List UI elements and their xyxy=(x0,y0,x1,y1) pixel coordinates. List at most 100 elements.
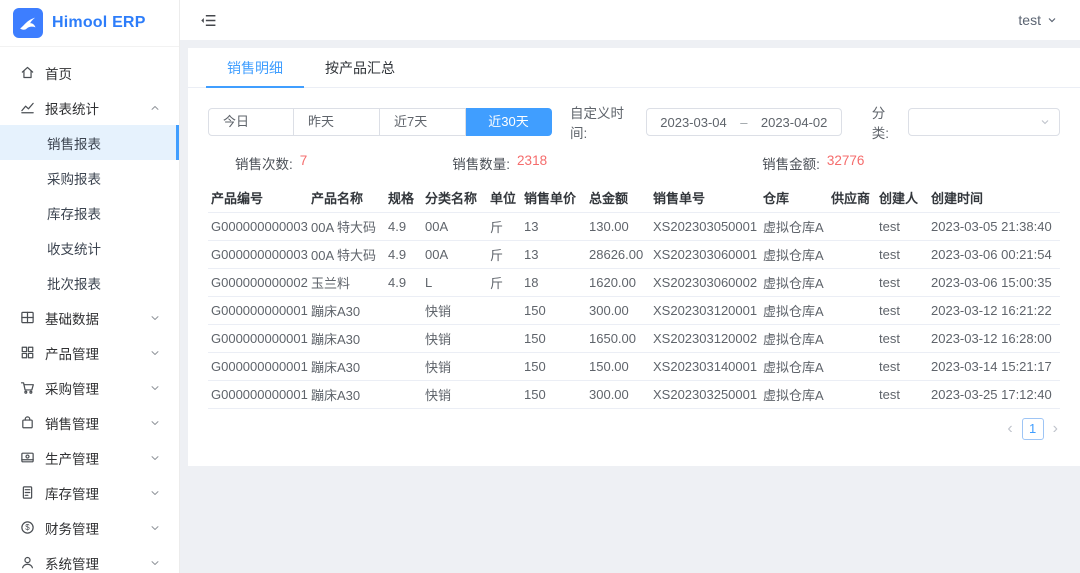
pagination-next-button[interactable]: › xyxy=(1053,421,1058,437)
document-icon xyxy=(20,485,35,500)
sidebar-subitem-1-1[interactable]: 采购报表 xyxy=(0,160,179,195)
table-cell: 2023-03-25 17:12:40 xyxy=(928,380,1060,408)
cart-icon xyxy=(20,380,35,395)
table-cell: 虚拟仓库A xyxy=(760,240,828,268)
table-cell xyxy=(385,296,422,324)
table-cell: G000000000001 xyxy=(208,380,308,408)
sidebar-item-0[interactable]: 首页 xyxy=(0,55,179,90)
stat-2: 销售金额:32776 xyxy=(762,153,864,173)
table-cell xyxy=(487,296,521,324)
sidebar-item-label: 首页 xyxy=(45,63,72,83)
chevron-down-icon xyxy=(149,347,161,359)
quick-range-button-0[interactable]: 今日 xyxy=(208,108,294,136)
sales-table-wrap: 产品编号产品名称规格分类名称单位销售单价总金额销售单号仓库供应商创建人创建时间 … xyxy=(208,183,1060,409)
stat-0: 销售次数:7 xyxy=(235,153,307,173)
user-menu-label: test xyxy=(1018,12,1041,28)
table-cell: XS202303120002 xyxy=(650,324,760,352)
table-cell: 虚拟仓库A xyxy=(760,268,828,296)
main-column: test 销售明细按产品汇总 今日昨天近7天近30天 自定义时间: 2023-0… xyxy=(180,0,1080,573)
table-cell xyxy=(828,324,876,352)
table-row[interactable]: G00000000000300A 特大码4.900A斤1328626.00XS2… xyxy=(208,240,1060,268)
sidebar-collapse-icon[interactable] xyxy=(200,12,217,29)
table-row[interactable]: G000000000001蹦床A30快销150300.00XS202303120… xyxy=(208,296,1060,324)
table-cell: 斤 xyxy=(487,240,521,268)
table-row[interactable]: G000000000001蹦床A30快销1501650.00XS20230312… xyxy=(208,324,1060,352)
table-cell: 00A 特大码 xyxy=(308,240,385,268)
chevron-down-icon xyxy=(149,417,161,429)
quick-range-button-1[interactable]: 昨天 xyxy=(294,108,380,136)
sidebar-item-5[interactable]: 销售管理 xyxy=(0,405,179,440)
table-cell: 2023-03-12 16:28:00 xyxy=(928,324,1060,352)
sidebar-item-6[interactable]: 生产管理 xyxy=(0,440,179,475)
table-cell: 1620.00 xyxy=(586,268,650,296)
table-header-cell: 产品编号 xyxy=(208,183,308,212)
table-cell: G000000000003 xyxy=(208,212,308,240)
tab-0[interactable]: 销售明细 xyxy=(206,48,304,87)
sidebar-item-label: 库存管理 xyxy=(45,483,99,503)
sidebar-item-3[interactable]: 产品管理 xyxy=(0,335,179,370)
table-cell: test xyxy=(876,240,928,268)
svg-text:$: $ xyxy=(25,523,30,532)
sidebar-subitem-label: 销售报表 xyxy=(47,133,101,153)
table-cell xyxy=(385,380,422,408)
table-cell: 1650.00 xyxy=(586,324,650,352)
stat-label: 销售数量: xyxy=(452,153,510,173)
sidebar-item-1[interactable]: 报表统计 xyxy=(0,90,179,125)
filter-row: 今日昨天近7天近30天 自定义时间: 2023-03-04 – 2023-04-… xyxy=(208,108,1060,136)
sidebar-item-label: 销售管理 xyxy=(45,413,99,433)
table-cell: G000000000001 xyxy=(208,296,308,324)
sidebar-item-label: 系统管理 xyxy=(45,553,99,573)
sidebar-subitem-1-2[interactable]: 库存报表 xyxy=(0,195,179,230)
sidebar-item-8[interactable]: $财务管理 xyxy=(0,510,179,545)
table-cell: 2023-03-12 16:21:22 xyxy=(928,296,1060,324)
pagination-prev-button[interactable]: ‹ xyxy=(1007,421,1012,437)
category-select[interactable] xyxy=(908,108,1060,136)
sidebar-subitem-label: 批次报表 xyxy=(47,273,101,293)
date-separator: – xyxy=(740,115,747,130)
user-icon xyxy=(20,555,35,570)
date-range-picker[interactable]: 2023-03-04 – 2023-04-02 xyxy=(646,108,842,136)
table-cell: test xyxy=(876,268,928,296)
sidebar: Himool ERP 首页报表统计销售报表采购报表库存报表收支统计批次报表基础数… xyxy=(0,0,180,573)
chevron-up-icon xyxy=(149,102,161,114)
sidebar-subitem-1-4[interactable]: 批次报表 xyxy=(0,265,179,300)
sidebar-subitem-label: 收支统计 xyxy=(47,238,101,258)
table-cell: 150 xyxy=(521,380,586,408)
table-cell: 虚拟仓库A xyxy=(760,352,828,380)
brand-logo-icon xyxy=(13,8,43,38)
table-cell: 300.00 xyxy=(586,380,650,408)
table-cell: 150 xyxy=(521,324,586,352)
chevron-down-icon xyxy=(149,522,161,534)
table-row[interactable]: G000000000001蹦床A30快销150300.00XS202303250… xyxy=(208,380,1060,408)
bag-icon xyxy=(20,415,35,430)
table-cell: 4.9 xyxy=(385,240,422,268)
sidebar-item-4[interactable]: 采购管理 xyxy=(0,370,179,405)
table-header-row: 产品编号产品名称规格分类名称单位销售单价总金额销售单号仓库供应商创建人创建时间 xyxy=(208,183,1060,212)
chevron-down-icon xyxy=(149,312,161,324)
sidebar-subitem-1-0[interactable]: 销售报表 xyxy=(0,125,179,160)
table-cell: 13 xyxy=(521,240,586,268)
table-cell: 4.9 xyxy=(385,268,422,296)
date-start-value[interactable]: 2023-03-04 xyxy=(660,115,727,130)
table-cell: 300.00 xyxy=(586,296,650,324)
table-row[interactable]: G000000000002玉兰料4.9L斤181620.00XS20230306… xyxy=(208,268,1060,296)
quick-range-button-3[interactable]: 近30天 xyxy=(466,108,552,136)
pagination-page-button[interactable]: 1 xyxy=(1022,418,1044,440)
table-cell xyxy=(487,324,521,352)
table-header-cell: 销售单号 xyxy=(650,183,760,212)
home-icon xyxy=(20,65,35,80)
table-row[interactable]: G00000000000300A 特大码4.900A斤13130.00XS202… xyxy=(208,212,1060,240)
table-row[interactable]: G000000000001蹦床A30快销150150.00XS202303140… xyxy=(208,352,1060,380)
sales-table: 产品编号产品名称规格分类名称单位销售单价总金额销售单号仓库供应商创建人创建时间 … xyxy=(208,183,1060,409)
table-cell: XS202303050001 xyxy=(650,212,760,240)
tab-1[interactable]: 按产品汇总 xyxy=(304,48,416,87)
user-menu[interactable]: test xyxy=(1018,12,1058,28)
stats-row: 销售次数:7销售数量:2318销售金额:32776 xyxy=(208,153,1060,173)
date-end-value[interactable]: 2023-04-02 xyxy=(761,115,828,130)
sidebar-item-9[interactable]: 系统管理 xyxy=(0,545,179,573)
sidebar-item-7[interactable]: 库存管理 xyxy=(0,475,179,510)
sidebar-subitem-1-3[interactable]: 收支统计 xyxy=(0,230,179,265)
quick-range-button-2[interactable]: 近7天 xyxy=(380,108,466,136)
sidebar-item-2[interactable]: 基础数据 xyxy=(0,300,179,335)
table-cell xyxy=(828,240,876,268)
